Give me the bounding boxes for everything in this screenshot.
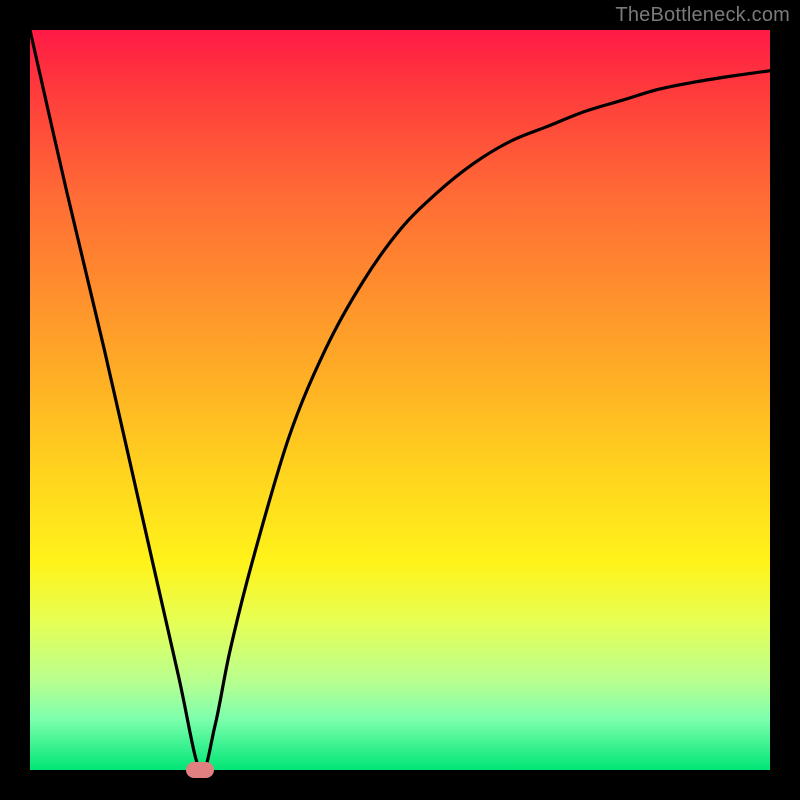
optimal-point-marker — [186, 762, 214, 778]
watermark-text: TheBottleneck.com — [615, 4, 790, 27]
plot-area — [30, 30, 770, 770]
bottleneck-curve — [30, 30, 770, 770]
chart-frame: TheBottleneck.com — [0, 0, 800, 800]
